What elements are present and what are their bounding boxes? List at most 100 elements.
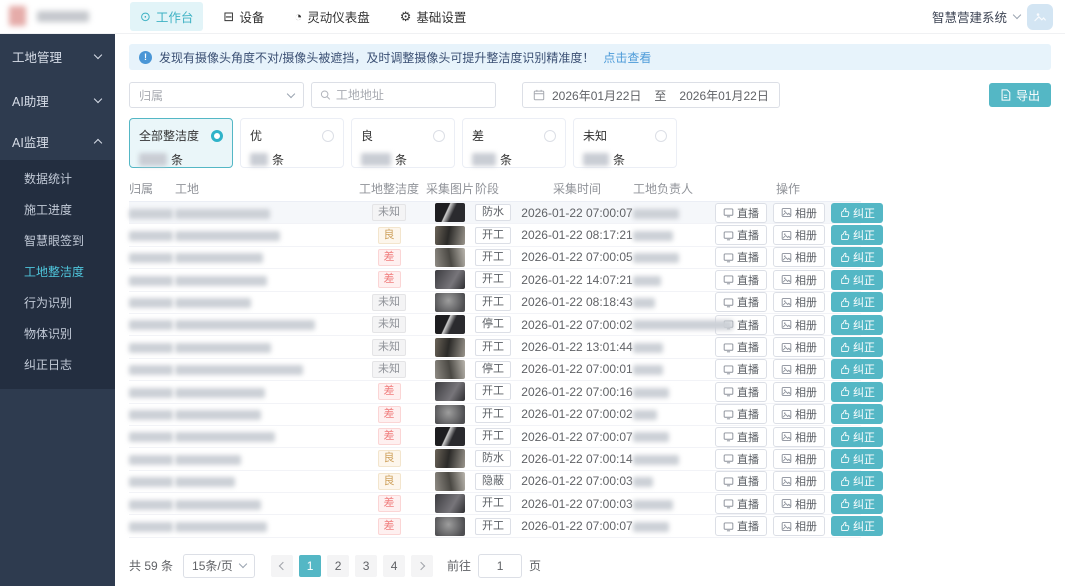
capture-thumbnail[interactable] [435,270,465,289]
album-button[interactable]: 相册 [773,516,825,536]
album-button[interactable]: 相册 [773,292,825,312]
date-end[interactable]: 2026年01月22日 [679,87,768,104]
date-range-picker[interactable]: 2026年01月22日 至 2026年01月22日 [522,82,780,108]
correct-button[interactable]: 纠正 [831,382,883,402]
capture-thumbnail[interactable] [435,405,465,424]
date-start[interactable]: 2026年01月22日 [552,87,641,104]
table-row[interactable]: 未知 停工 2026-01-22 07:00:01 直播 [129,359,861,381]
capture-thumbnail[interactable] [435,517,465,536]
capture-thumbnail[interactable] [435,338,465,357]
live-button[interactable]: 直播 [715,494,767,514]
search-input[interactable] [336,88,487,102]
export-button[interactable]: 导出 [989,83,1051,107]
owner-select[interactable]: 归属 [129,82,304,108]
live-button[interactable]: 直播 [715,359,767,379]
table-row[interactable]: 未知 停工 2026-01-22 07:00:02 直播 [129,314,861,336]
tidiness-card-1[interactable]: 优 条 [240,118,344,168]
capture-thumbnail[interactable] [435,360,465,379]
capture-thumbnail[interactable] [435,315,465,334]
album-button[interactable]: 相册 [773,203,825,223]
album-button[interactable]: 相册 [773,225,825,245]
page-button-4[interactable]: 4 [383,555,405,577]
table-row[interactable]: 差 开工 2026-01-22 07:00:16 直播 [129,381,861,403]
capture-thumbnail[interactable] [435,248,465,267]
user-menu[interactable]: 智慧营建系统 [932,7,1007,26]
tidiness-card-2[interactable]: 良 条 [351,118,455,168]
table-row[interactable]: 差 开工 2026-01-22 07:00:05 直播 [129,247,861,269]
page-button-1[interactable]: 1 [299,555,321,577]
live-button[interactable]: 直播 [715,471,767,491]
sidebar-item-5[interactable]: 物体识别 [0,319,115,350]
correct-button[interactable]: 纠正 [831,516,883,536]
table-row[interactable]: 良 开工 2026-01-22 08:17:21 直播 [129,224,861,246]
table-row[interactable]: 差 开工 2026-01-22 07:00:03 直播 [129,493,861,515]
radio-icon[interactable] [655,130,667,142]
correct-button[interactable]: 纠正 [831,270,883,290]
capture-thumbnail[interactable] [435,203,465,222]
capture-thumbnail[interactable] [435,472,465,491]
album-button[interactable]: 相册 [773,382,825,402]
sidebar-item-4[interactable]: 行为识别 [0,288,115,319]
sidebar-item-0[interactable]: 数据统计 [0,164,115,195]
tidiness-card-4[interactable]: 未知 条 [573,118,677,168]
nav-tab-2[interactable]: ◔ 灵动仪表盘 [284,2,379,31]
table-row[interactable]: 差 开工 2026-01-22 14:07:21 直播 [129,269,861,291]
sidebar-item-6[interactable]: 纠正日志 [0,350,115,381]
table-row[interactable]: 未知 开工 2026-01-22 13:01:44 直播 [129,336,861,358]
album-button[interactable]: 相册 [773,359,825,379]
correct-button[interactable]: 纠正 [831,292,883,312]
live-button[interactable]: 直播 [715,225,767,245]
sidebar-item-1[interactable]: 施工进度 [0,195,115,226]
nav-tab-0[interactable]: ⊙ 工作台 [130,2,203,31]
goto-page-input[interactable] [478,554,522,578]
live-button[interactable]: 直播 [715,449,767,469]
table-row[interactable]: 良 防水 2026-01-22 07:00:14 直播 [129,448,861,470]
table-row[interactable]: 差 开工 2026-01-22 07:00:07 直播 [129,426,861,448]
capture-thumbnail[interactable] [435,382,465,401]
next-page-button[interactable] [411,555,433,577]
album-button[interactable]: 相册 [773,270,825,290]
live-button[interactable]: 直播 [715,203,767,223]
sidebar-group-ai-supervision[interactable]: AI监理 [0,122,115,160]
album-button[interactable]: 相册 [773,315,825,335]
live-button[interactable]: 直播 [715,382,767,402]
table-row[interactable]: 未知 防水 2026-01-22 07:00:07 直播 [129,202,861,224]
correct-button[interactable]: 纠正 [831,315,883,335]
correct-button[interactable]: 纠正 [831,404,883,424]
capture-thumbnail[interactable] [435,449,465,468]
correct-button[interactable]: 纠正 [831,427,883,447]
capture-thumbnail[interactable] [435,293,465,312]
capture-thumbnail[interactable] [435,226,465,245]
radio-icon[interactable] [544,130,556,142]
nav-tab-3[interactable]: ⚙ 基础设置 [390,2,477,31]
correct-button[interactable]: 纠正 [831,494,883,514]
radio-icon[interactable] [433,130,445,142]
radio-icon[interactable] [322,130,334,142]
live-button[interactable]: 直播 [715,427,767,447]
album-button[interactable]: 相册 [773,449,825,469]
table-row[interactable]: 差 开工 2026-01-22 07:00:02 直播 [129,404,861,426]
sidebar-group-site-management[interactable]: 工地管理 [0,34,115,78]
chevron-down-icon[interactable] [1013,11,1021,19]
sidebar-item-3[interactable]: 工地整洁度 [0,257,115,288]
page-button-2[interactable]: 2 [327,555,349,577]
sidebar-item-2[interactable]: 智慧眼签到 [0,226,115,257]
live-button[interactable]: 直播 [715,270,767,290]
correct-button[interactable]: 纠正 [831,337,883,357]
correct-button[interactable]: 纠正 [831,247,883,267]
tidiness-card-0[interactable]: 全部整洁度 条 [129,118,233,168]
radio-icon[interactable] [211,130,223,142]
table-row[interactable]: 未知 开工 2026-01-22 08:18:43 直播 [129,292,861,314]
page-button-3[interactable]: 3 [355,555,377,577]
prev-page-button[interactable] [271,555,293,577]
avatar[interactable] [1027,4,1053,30]
correct-button[interactable]: 纠正 [831,359,883,379]
album-button[interactable]: 相册 [773,247,825,267]
nav-tab-1[interactable]: ⊟ 设备 [213,2,274,31]
correct-button[interactable]: 纠正 [831,225,883,245]
sidebar-group-ai-assistant[interactable]: AI助理 [0,78,115,122]
correct-button[interactable]: 纠正 [831,471,883,491]
page-size-select[interactable]: 15条/页 [183,554,255,578]
live-button[interactable]: 直播 [715,337,767,357]
correct-button[interactable]: 纠正 [831,449,883,469]
